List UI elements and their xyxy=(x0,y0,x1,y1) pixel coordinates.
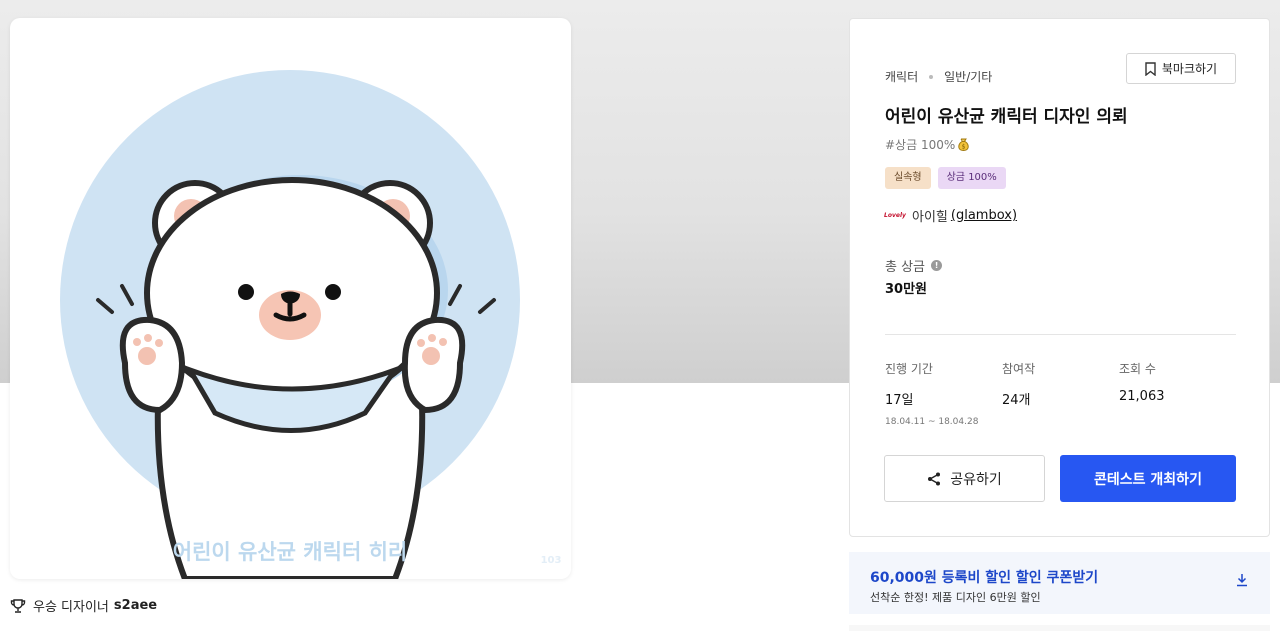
money-bag-icon: $ xyxy=(958,138,969,151)
breadcrumb-separator xyxy=(929,74,934,79)
host-info[interactable]: Lovely 아이힐 (glambox) xyxy=(884,206,1017,225)
bookmark-button[interactable]: 북마크하기 xyxy=(1126,53,1236,84)
views-label: 조회 수 xyxy=(1119,362,1156,376)
winner-name[interactable]: s2aee xyxy=(114,598,157,613)
stat-views: 조회 수 21,063 xyxy=(1119,360,1165,404)
winner-label: 우승 디자이너 xyxy=(33,600,109,615)
stat-period: 진행 기간 17일 18.04.11 ~ 18.04.28 xyxy=(885,360,978,427)
tag-badge: 상금 100% xyxy=(937,167,1006,189)
hashtag-text[interactable]: #상금 100% xyxy=(885,136,955,153)
svg-text:$: $ xyxy=(962,144,966,151)
prize-hashtag: #상금 100% $ xyxy=(885,136,969,153)
trophy-icon xyxy=(10,598,26,613)
next-banner-edge xyxy=(849,625,1270,631)
total-prize-value: 30만원 xyxy=(885,282,928,297)
stat-entries: 참여작 24개 xyxy=(1002,360,1035,408)
category-breadcrumb: 캐릭터 일반/기타 xyxy=(885,68,992,85)
entries-value: 24개 xyxy=(1002,393,1031,408)
views-value: 21,063 xyxy=(1119,389,1165,404)
info-icon[interactable]: ! xyxy=(931,260,943,271)
share-icon xyxy=(928,472,941,485)
prize-label-text: 총 상금 xyxy=(885,260,926,275)
period-dates: 18.04.11 ~ 18.04.28 xyxy=(885,417,979,427)
host-name: 아이힐 xyxy=(912,210,948,225)
download-icon[interactable] xyxy=(1235,573,1249,587)
divider xyxy=(885,334,1236,335)
period-label: 진행 기간 xyxy=(885,362,933,376)
bear-character-illustration: 어린이 유산균 캐릭터 히리 103 xyxy=(60,70,562,579)
period-value: 17일 xyxy=(885,393,914,408)
host-handle[interactable]: (glambox) xyxy=(951,208,1017,223)
bookmark-label: 북마크하기 xyxy=(1161,62,1218,76)
artwork-caption: 어린이 유산균 캐릭터 히리 xyxy=(173,540,407,564)
total-prize-label: 총 상금 ! xyxy=(885,256,943,275)
host-contest-button[interactable]: 콘테스트 개최하기 xyxy=(1060,455,1236,502)
winner-info: 우승 디자이너 s2aee xyxy=(10,596,157,615)
coupon-title: 60,000원 등록비 할인 할인 쿠폰받기 xyxy=(870,570,1099,586)
winning-artwork[interactable]: 어린이 유산균 캐릭터 히리 103 xyxy=(10,18,571,579)
entries-label: 참여작 xyxy=(1002,362,1036,376)
tag-badge: 실속형 xyxy=(885,167,931,189)
host-logo: Lovely xyxy=(884,212,906,219)
share-label: 공유하기 xyxy=(950,471,1002,488)
bookmark-icon xyxy=(1145,61,1156,76)
category-link[interactable]: 캐릭터 xyxy=(885,68,918,85)
contest-tags: 실속형 상금 100% xyxy=(885,167,1006,189)
contest-title: 어린이 유산균 캐릭터 디자인 의뢰 xyxy=(885,107,1128,127)
artwork-watermark: 103 xyxy=(541,555,562,566)
contest-info-panel: 캐릭터 일반/기타 북마크하기 어린이 유산균 캐릭터 디자인 의뢰 #상금 1… xyxy=(849,18,1270,537)
coupon-banner[interactable]: 60,000원 등록비 할인 할인 쿠폰받기 선착순 한정! 제품 디자인 6만… xyxy=(849,552,1270,614)
coupon-subtitle: 선착순 한정! 제품 디자인 6만원 할인 xyxy=(870,591,1041,604)
share-button[interactable]: 공유하기 xyxy=(884,455,1045,502)
subcategory-link[interactable]: 일반/기타 xyxy=(944,68,992,85)
